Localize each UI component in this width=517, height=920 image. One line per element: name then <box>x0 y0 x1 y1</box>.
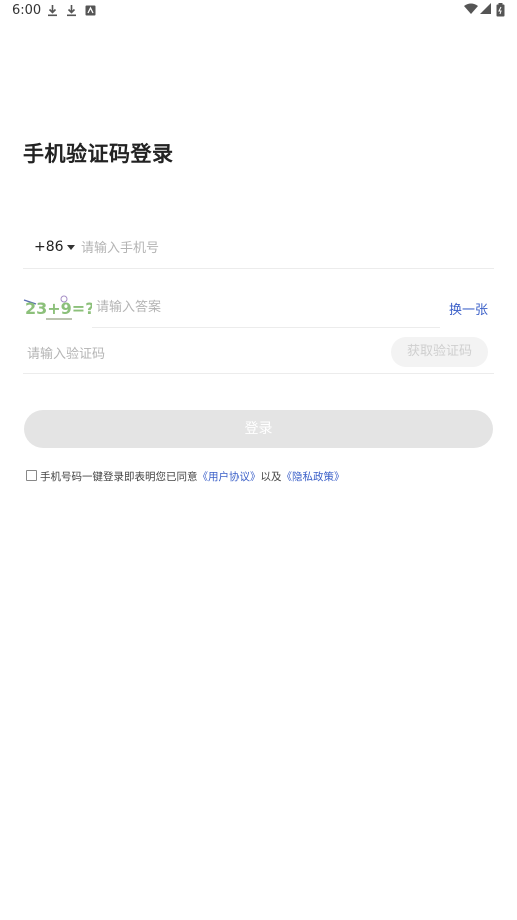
page-title: 手机验证码登录 <box>23 142 174 166</box>
caret-down-icon[interactable] <box>67 245 75 250</box>
download-icon <box>48 5 57 17</box>
battery-icon <box>496 3 505 17</box>
captcha-text: 23+9=? <box>25 299 92 318</box>
sms-code-row: 获取验证码 <box>23 334 494 374</box>
agreement-text: 手机号码一键登录即表明您已同意 <box>40 471 198 483</box>
signal-icon <box>480 3 491 14</box>
privacy-policy-link[interactable]: 《隐私政策》 <box>282 471 345 483</box>
status-bar: 6:00 <box>0 0 517 22</box>
agreement-row: 手机号码一键登录即表明您已同意《用户协议》以及《隐私政策》 <box>26 469 345 484</box>
status-time: 6:00 <box>12 3 42 18</box>
login-button[interactable]: 登录 <box>24 410 493 448</box>
get-code-button[interactable]: 获取验证码 <box>391 337 488 367</box>
captcha-answer-input[interactable] <box>96 295 426 319</box>
captcha-answer-field <box>92 287 440 328</box>
user-agreement-link[interactable]: 《用户协议》 <box>198 471 261 483</box>
country-code-selector[interactable]: +86 <box>34 239 64 255</box>
wifi-icon <box>464 3 478 14</box>
sms-code-input[interactable] <box>27 342 367 366</box>
captcha-image[interactable]: 23+9=? <box>22 293 92 323</box>
refresh-captcha-button[interactable]: 换一张 <box>449 299 488 318</box>
download-icon <box>67 5 76 17</box>
phone-row: +86 <box>23 228 494 269</box>
app-notification-icon <box>85 5 96 16</box>
agreement-checkbox[interactable] <box>26 470 37 481</box>
phone-input[interactable] <box>81 236 461 260</box>
login-screen: 6:00 手机验证码登录 +86 请输入手机号 23+9=? 请输入答案 换一张… <box>0 0 517 920</box>
agreement-conjunction: 以及 <box>260 471 282 483</box>
